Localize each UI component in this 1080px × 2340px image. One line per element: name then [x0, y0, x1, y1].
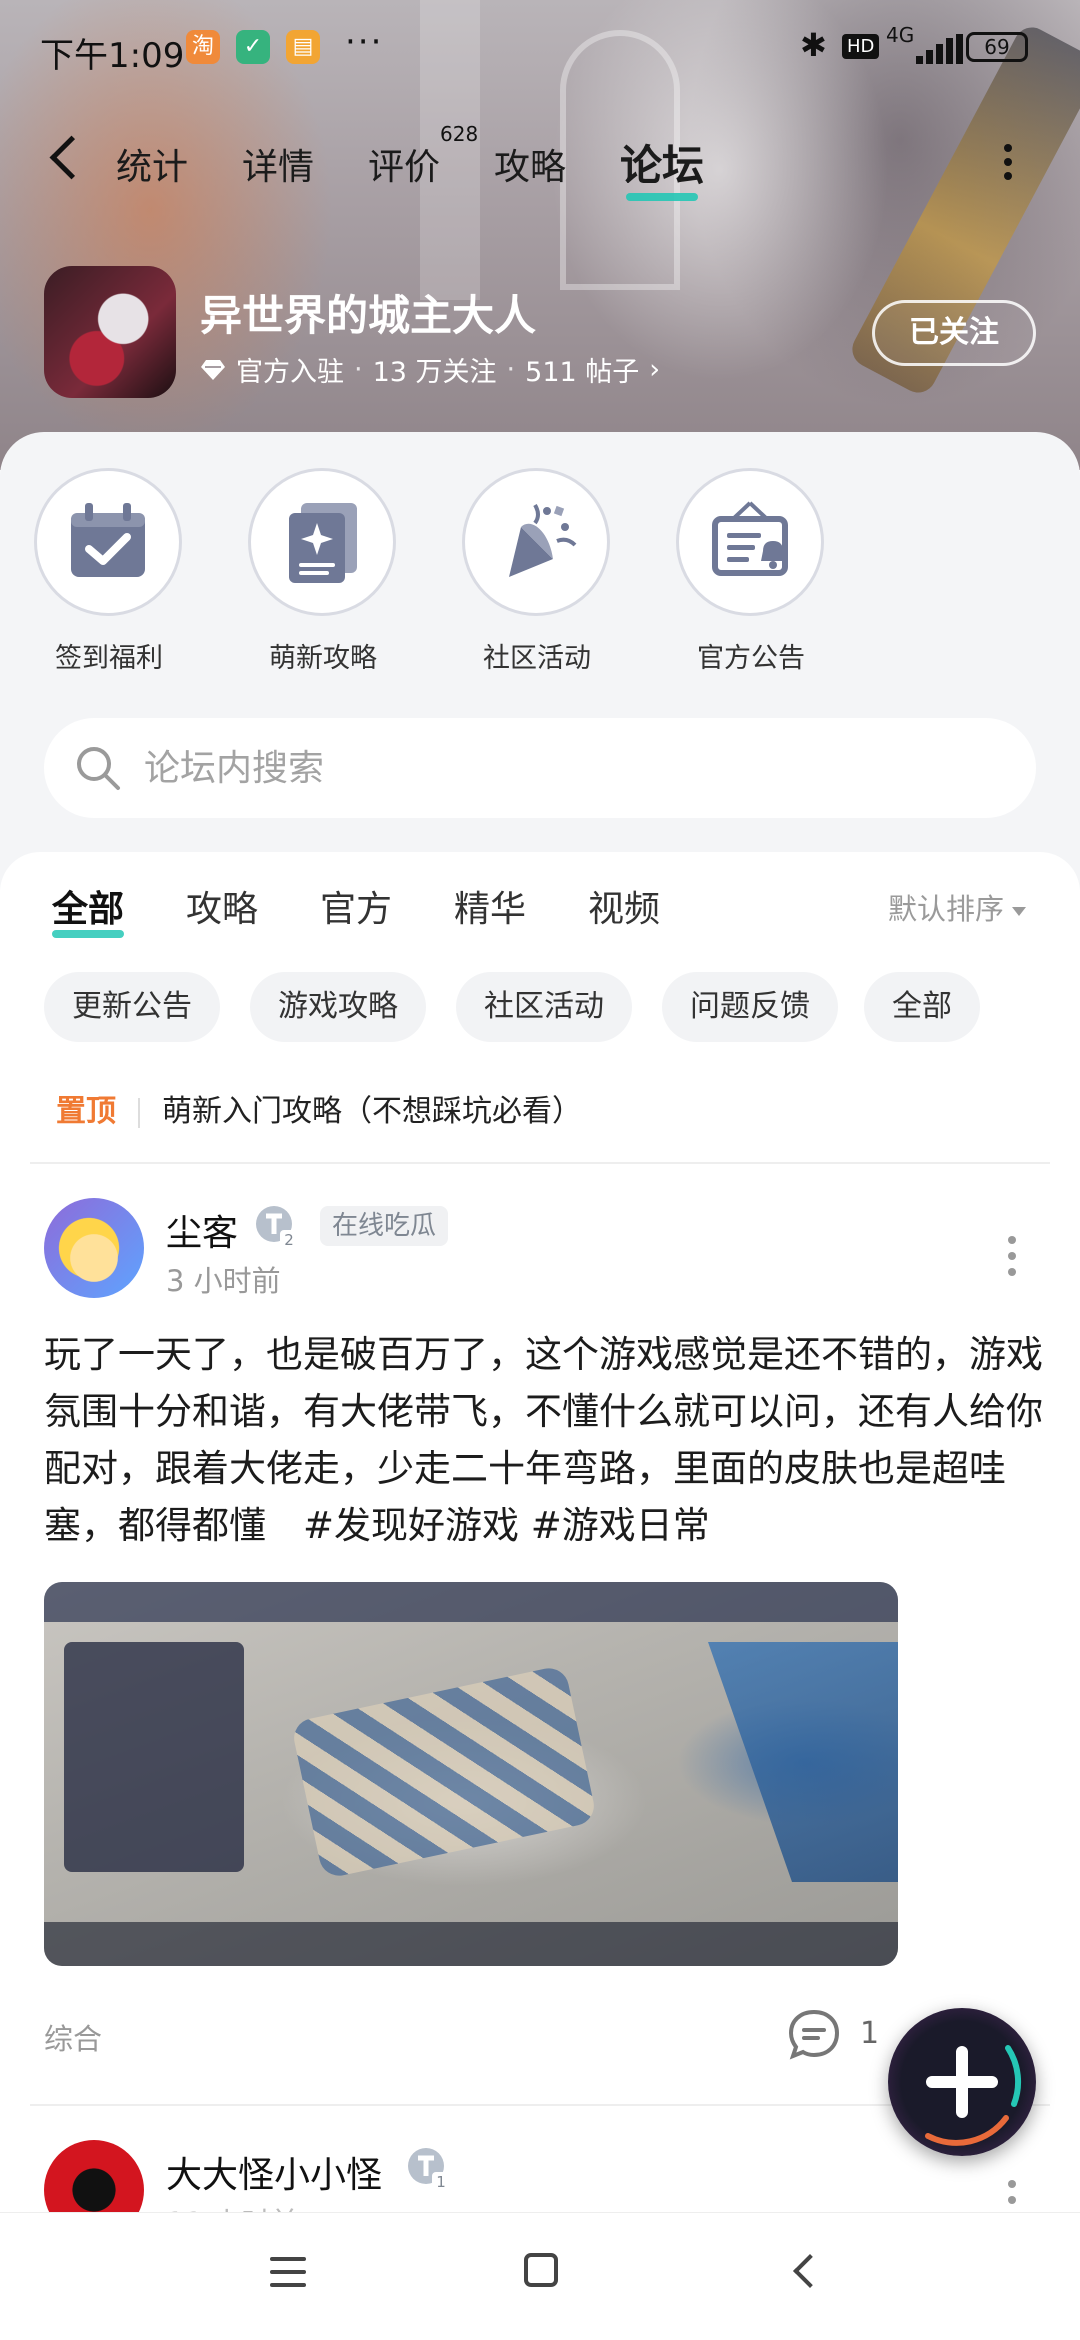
quick-action-official-notice[interactable]: 官方公告	[676, 468, 826, 675]
follow-button[interactable]: 已关注	[872, 300, 1036, 366]
search-icon	[77, 747, 120, 790]
more-options-icon[interactable]	[1002, 144, 1014, 184]
tab-forum[interactable]: 论坛	[620, 132, 704, 201]
filter-tab-featured[interactable]: 精华	[454, 880, 526, 932]
divider	[30, 1162, 1050, 1164]
pinned-title: 萌新入门攻略（不想踩坑必看）	[162, 1094, 582, 1129]
level-badge-icon: 1	[408, 2148, 450, 2190]
post-more-icon[interactable]	[1008, 1236, 1018, 1284]
message-notification-icon: ▤	[286, 30, 320, 64]
pinned-post[interactable]: 置顶 萌新入门攻略（不想踩坑必看）	[56, 1086, 582, 1130]
post-category[interactable]: 综合	[44, 2016, 102, 2058]
official-diamond-icon	[201, 359, 225, 380]
calendar-check-icon	[71, 503, 145, 577]
quick-action-label: 社区活动	[483, 643, 591, 674]
comment-count: 1	[860, 2016, 880, 2051]
quick-action-checkin[interactable]: 签到福利	[34, 468, 184, 675]
back-icon[interactable]	[44, 128, 84, 188]
signal-icon	[916, 34, 966, 64]
chip-update-notice[interactable]: 更新公告	[44, 972, 220, 1042]
home-icon[interactable]	[524, 2253, 558, 2287]
search-input[interactable]	[144, 740, 984, 796]
svg-text:2: 2	[284, 1231, 294, 1248]
game-title: 异世界的城主大人	[200, 291, 537, 340]
quick-action-community-events[interactable]: 社区活动	[462, 468, 612, 675]
hd-badge: HD	[842, 34, 880, 59]
level-badge-icon: 2	[256, 1206, 298, 1248]
user-title-badge: 在线吃瓜	[320, 1206, 449, 1246]
pinned-tag: 置顶	[56, 1094, 116, 1129]
chevron-right-icon: ›	[649, 354, 661, 385]
avatar[interactable]	[44, 1198, 144, 1298]
chip-all[interactable]: 全部	[864, 972, 980, 1042]
battery-icon: 69	[966, 32, 1028, 62]
quick-action-label: 萌新攻略	[269, 643, 377, 674]
shield-notification-icon: ✓	[236, 30, 270, 64]
post-author[interactable]: 尘客	[166, 1204, 238, 1256]
post-author[interactable]: 大大怪小小怪	[166, 2146, 382, 2198]
notice-board-icon	[712, 501, 788, 576]
guide-book-icon	[289, 503, 357, 583]
game-icon[interactable]	[44, 266, 176, 398]
svg-text:1: 1	[436, 2173, 446, 2190]
post-time: 3 小时前	[166, 1264, 281, 1298]
menu-icon[interactable]	[270, 2257, 306, 2287]
plus-icon	[925, 2045, 1021, 2146]
quick-action-newbie-guide[interactable]: 萌新攻略	[248, 468, 398, 675]
network-type: 4G	[886, 23, 915, 47]
system-nav-bar	[0, 2212, 1080, 2340]
sort-dropdown[interactable]: 默认排序	[888, 886, 1026, 928]
quick-action-label: 官方公告	[697, 643, 805, 674]
chip-game-guides[interactable]: 游戏攻略	[250, 972, 426, 1042]
tab-guides[interactable]: 攻略	[494, 138, 566, 190]
party-popper-icon	[509, 503, 577, 577]
tab-details[interactable]: 详情	[242, 138, 314, 190]
post-more-icon[interactable]	[1008, 2180, 1018, 2208]
system-back-icon[interactable]	[790, 2257, 818, 2285]
create-post-button[interactable]	[888, 2008, 1036, 2156]
posts-count: 511 帖子	[525, 357, 640, 388]
chip-feedback[interactable]: 问题反馈	[662, 972, 838, 1042]
filter-tab-video[interactable]: 视频	[588, 880, 660, 932]
status-bar: 下午1:09 淘 ✓ ▤ ··· ✱ HD 4G 69	[0, 0, 1080, 96]
more-notifications-icon: ···	[345, 22, 384, 62]
game-meta[interactable]: 官方入驻 · 13 万关注 · 511 帖子 ›	[200, 350, 660, 389]
bluetooth-icon: ✱	[800, 26, 827, 64]
tab-reviews[interactable]: 评价	[368, 138, 440, 190]
filter-tab-all[interactable]: 全部	[52, 880, 125, 938]
tab-stats[interactable]: 统计	[116, 138, 188, 190]
status-time: 下午1:09	[40, 36, 185, 76]
filter-tab-official[interactable]: 官方	[320, 880, 392, 932]
comment-icon[interactable]	[786, 2006, 842, 2062]
taobao-notification-icon: 淘	[186, 30, 220, 64]
chip-community-events[interactable]: 社区活动	[456, 972, 632, 1042]
quick-action-label: 签到福利	[55, 643, 163, 674]
filter-tab-guides[interactable]: 攻略	[186, 880, 258, 932]
top-nav: 统计 详情 评价 628 攻略 论坛	[0, 120, 1080, 201]
reviews-count-badge: 628	[440, 122, 479, 146]
official-label: 官方入驻	[236, 357, 344, 388]
forum-search[interactable]	[44, 718, 1036, 818]
post-content[interactable]: 玩了一天了，也是破百万了，这个游戏感觉是还不错的，游戏氛围十分和谐，有大佬带飞，…	[44, 1326, 1044, 1554]
followers-count: 13 万关注	[372, 357, 497, 388]
post-image[interactable]	[44, 1582, 898, 1966]
